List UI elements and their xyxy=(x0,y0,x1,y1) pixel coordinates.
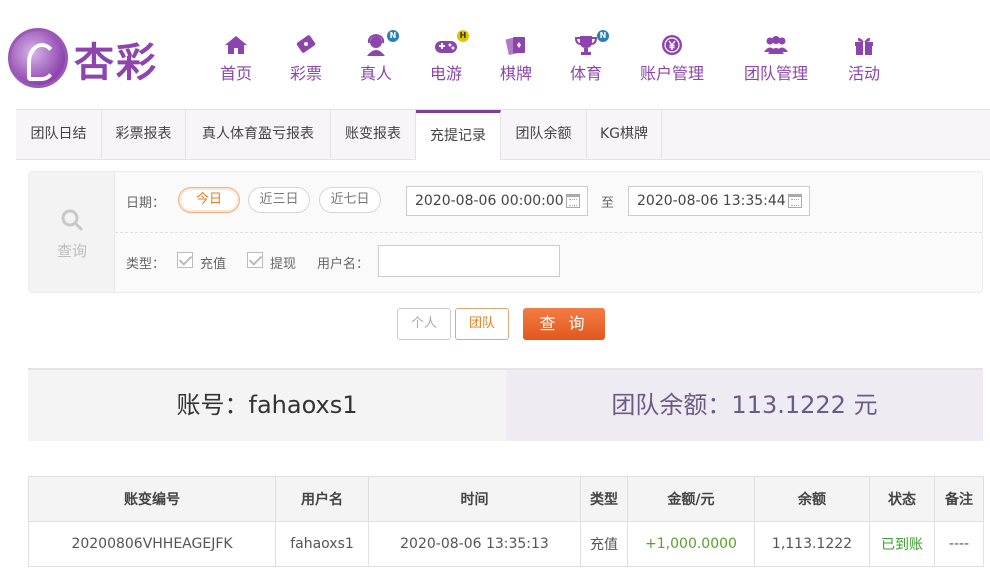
filter-side-label: 查询 xyxy=(56,242,87,260)
nav-promotions[interactable]: 活动 xyxy=(838,30,890,88)
column-header: 用户名 xyxy=(275,476,369,522)
username-cell: fahaoxs1 xyxy=(275,521,369,567)
row-divider xyxy=(115,232,982,233)
team-button[interactable]: 团队 xyxy=(455,308,509,340)
tab-deposit-withdraw[interactable]: 充提记录 xyxy=(416,110,501,160)
tab-team-balance[interactable]: 团队余额 xyxy=(501,110,587,160)
page: 杏彩 首页 彩票 N 真人 H 电游 棋牌 N 体育 账户管理 团队管理 活动 … xyxy=(0,0,990,573)
tab-kg-chess[interactable]: KG棋牌 xyxy=(587,110,662,160)
nav-sports[interactable]: N 体育 xyxy=(560,30,612,88)
lottery-ticket-icon xyxy=(293,34,319,56)
nav-lottery[interactable]: 彩票 xyxy=(280,30,332,88)
range-separator: 至 xyxy=(601,196,615,211)
filter-side: 查询 xyxy=(29,172,115,292)
table-row: 20200806VHHEAGEJFK fahaoxs1 2020-08-06 1… xyxy=(28,521,984,567)
amount-cell: +1,000.0000 xyxy=(627,521,755,567)
end-datetime-value: 2020-08-06 13:35:44 xyxy=(637,193,786,209)
username-input[interactable] xyxy=(378,245,560,277)
hot-badge: H xyxy=(457,30,469,42)
live-dealer-icon: N xyxy=(363,30,399,56)
column-header: 类型 xyxy=(580,476,628,522)
nav-label: 体育 xyxy=(569,64,602,83)
start-datetime-value: 2020-08-06 00:00:00 xyxy=(415,193,564,209)
filter-panel: 查询 日期： 今日 近三日 近七日 2020-08-06 00:00:00 至 … xyxy=(28,171,983,293)
nav-team-management[interactable]: 团队管理 xyxy=(740,30,812,88)
nav-label: 真人 xyxy=(359,64,392,83)
trophy-icon: N xyxy=(573,30,609,56)
deposit-label: 充值 xyxy=(200,257,227,272)
summary-bar: 账号：fahaoxs1 团队余额：113.1222 元 xyxy=(28,368,983,441)
nav-label: 首页 xyxy=(219,64,252,83)
status-cell: 已到账 xyxy=(869,521,935,567)
site-header: 杏彩 首页 彩票 N 真人 H 电游 棋牌 N 体育 账户管理 团队管理 活动 xyxy=(0,0,990,106)
tab-team-daily[interactable]: 团队日结 xyxy=(16,110,102,160)
tab-lottery-report[interactable]: 彩票报表 xyxy=(102,110,186,160)
personal-button[interactable]: 个人 xyxy=(397,308,451,340)
start-datetime-input[interactable]: 2020-08-06 00:00:00 xyxy=(406,186,588,216)
nav-label: 棋牌 xyxy=(499,64,532,83)
team-balance-summary: 团队余额：113.1222 元 xyxy=(506,370,983,441)
tab-account-change[interactable]: 账变报表 xyxy=(331,110,416,160)
quick-date-7days[interactable]: 近七日 xyxy=(319,187,381,213)
gamepad-icon: H xyxy=(433,30,469,56)
nav-egames[interactable]: H 电游 xyxy=(420,30,472,88)
table-header-row: 账变编号 用户名 时间 类型 金额/元 余额 状态 备注 xyxy=(28,476,984,522)
nav-chess-cards[interactable]: 棋牌 xyxy=(490,30,542,88)
nav-label: 团队管理 xyxy=(743,64,808,83)
nav-label: 活动 xyxy=(847,64,880,83)
records-table: 账变编号 用户名 时间 类型 金额/元 余额 状态 备注 20200806VHH… xyxy=(28,476,984,567)
withdraw-checkbox[interactable] xyxy=(247,252,263,268)
report-tabs: 团队日结 彩票报表 真人体育盈亏报表 账变报表 充提记录 团队余额 KG棋牌 xyxy=(16,109,990,160)
calendar-icon[interactable] xyxy=(566,194,580,208)
new-badge: N xyxy=(387,30,399,42)
deposit-checkbox[interactable] xyxy=(177,252,193,268)
nav-label: 账户管理 xyxy=(639,64,704,83)
remark-cell: ---- xyxy=(934,521,984,567)
quick-date-3days[interactable]: 近三日 xyxy=(248,187,310,213)
time-cell: 2020-08-06 13:35:13 xyxy=(368,521,581,567)
nav-label: 彩票 xyxy=(289,64,322,83)
account-yen-icon xyxy=(659,34,685,56)
column-header: 时间 xyxy=(368,476,581,522)
column-header: 余额 xyxy=(754,476,870,522)
column-header: 金额/元 xyxy=(627,476,755,522)
tab-live-sports-pnl[interactable]: 真人体育盈亏报表 xyxy=(186,110,331,160)
column-header: 账变编号 xyxy=(28,476,276,522)
new-badge: N xyxy=(597,30,609,42)
account-summary: 账号：fahaoxs1 xyxy=(28,370,506,441)
site-logo[interactable]: 杏彩 xyxy=(8,28,168,92)
record-id-cell: 20200806VHHEAGEJFK xyxy=(28,521,276,567)
search-icon xyxy=(61,209,84,232)
quick-date-today[interactable]: 今日 xyxy=(178,187,240,213)
column-header: 备注 xyxy=(934,476,984,522)
playing-cards-icon xyxy=(503,34,529,56)
username-label: 用户名： xyxy=(317,257,370,272)
column-header: 状态 xyxy=(869,476,935,522)
logo-emblem-icon xyxy=(8,28,68,88)
calendar-icon[interactable] xyxy=(788,194,802,208)
balance-cell: 1,113.1222 xyxy=(754,521,870,567)
nav-label: 电游 xyxy=(429,64,462,83)
logo-text: 杏彩 xyxy=(74,39,158,86)
team-users-icon xyxy=(763,34,789,56)
nav-live[interactable]: N 真人 xyxy=(350,30,402,88)
home-icon xyxy=(223,34,249,56)
date-label: 日期： xyxy=(126,196,166,211)
nav-account-management[interactable]: 账户管理 xyxy=(636,30,708,88)
query-button[interactable]: 查 询 xyxy=(523,308,605,340)
withdraw-label: 提现 xyxy=(270,257,297,272)
end-datetime-input[interactable]: 2020-08-06 13:35:44 xyxy=(628,186,810,216)
type-cell: 充值 xyxy=(580,521,628,567)
nav-home[interactable]: 首页 xyxy=(210,30,262,88)
gift-icon xyxy=(851,34,877,56)
type-label: 类型： xyxy=(126,257,166,272)
